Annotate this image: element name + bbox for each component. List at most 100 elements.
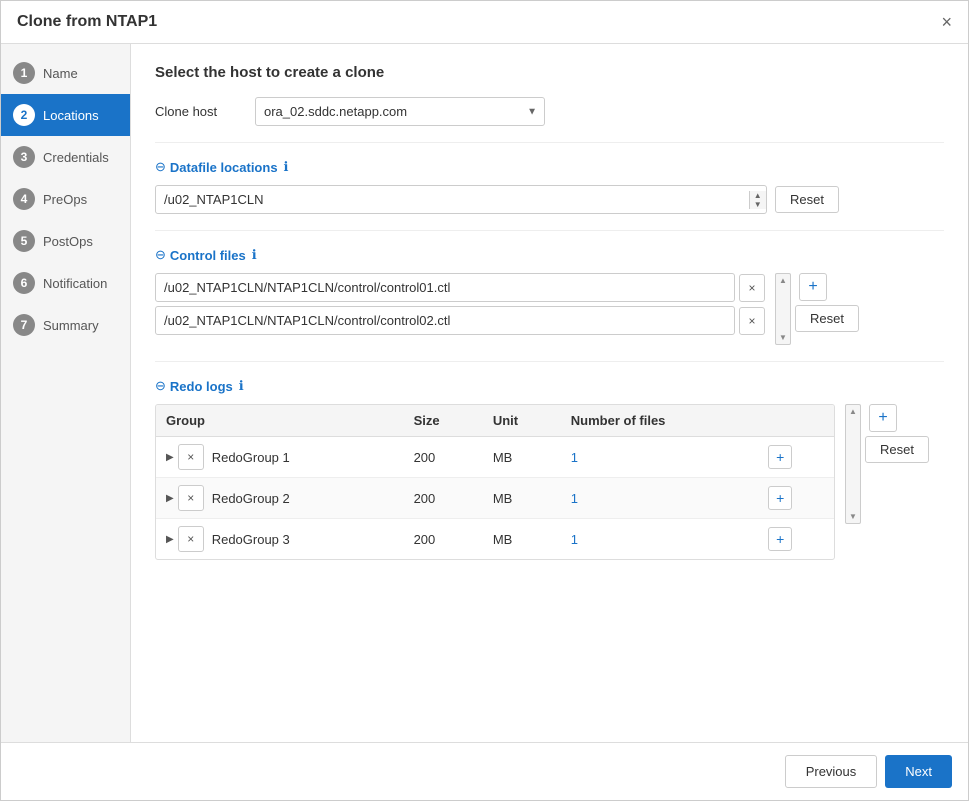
redo-scroll-up-icon: ▲ <box>849 407 857 416</box>
redo-table-wrapper: Group Size Unit Number of files <box>155 404 944 560</box>
redo-table: Group Size Unit Number of files <box>156 405 834 559</box>
datafile-reset-button[interactable]: Reset <box>775 186 839 213</box>
redo-info-icon[interactable]: ℹ <box>239 378 244 394</box>
redo-group-name-3: RedoGroup 3 <box>212 532 290 547</box>
control-files-list: × × <box>155 273 767 339</box>
redo-table-container: Group Size Unit Number of files <box>155 404 835 560</box>
redo-row-1: ▶ × RedoGroup 1 200 MB 1 + <box>156 437 834 478</box>
redo-unit-1: MB <box>483 437 561 478</box>
sidebar-item-summary[interactable]: 7 Summary <box>1 304 130 346</box>
redo-scroll-down-icon: ▼ <box>849 512 857 521</box>
datafile-scroll-down[interactable]: ▼ <box>750 200 767 209</box>
datafile-field-row: ▲ ▼ Reset <box>155 185 944 214</box>
datafile-section-title: Datafile locations <box>170 160 278 175</box>
redo-side-buttons: ▲ ▼ + Reset <box>841 404 929 524</box>
control-scroll-up-icon: ▲ <box>779 276 787 285</box>
redo-add-2[interactable]: + <box>768 486 792 510</box>
col-header-group: Group <box>156 405 404 437</box>
control-remove-2[interactable]: × <box>739 307 765 335</box>
redo-row-3: ▶ × RedoGroup 3 200 MB 1 + <box>156 519 834 560</box>
sidebar-label-summary: Summary <box>43 318 99 333</box>
redo-unit-3: MB <box>483 519 561 560</box>
datafile-scroll-up[interactable]: ▲ <box>750 191 767 200</box>
datafile-collapse-icon: ⊖ <box>155 159 166 175</box>
next-button[interactable]: Next <box>885 755 952 788</box>
redo-unit-2: MB <box>483 478 561 519</box>
modal-header: Clone from NTAP1 × <box>1 1 968 44</box>
sidebar-label-notification: Notification <box>43 276 107 291</box>
control-info-icon[interactable]: ℹ <box>252 247 257 263</box>
sidebar-label-postops: PostOps <box>43 234 93 249</box>
redo-add-1[interactable]: + <box>768 445 792 469</box>
sidebar-item-name[interactable]: 1 Name <box>1 52 130 94</box>
redo-row-2: ▶ × RedoGroup 2 200 MB 1 + <box>156 478 834 519</box>
redo-size-1: 200 <box>404 437 483 478</box>
sidebar-item-preops[interactable]: 4 PreOps <box>1 178 130 220</box>
control-collapse-icon: ⊖ <box>155 247 166 263</box>
redo-expand-2[interactable]: ▶ <box>166 493 174 504</box>
divider-1 <box>155 142 944 143</box>
sidebar-label-name: Name <box>43 66 78 81</box>
redo-group-3: ▶ × RedoGroup 3 <box>156 519 404 560</box>
redo-size-2: 200 <box>404 478 483 519</box>
redo-add-3[interactable]: + <box>768 527 792 551</box>
redo-action-1: + <box>758 437 834 478</box>
clone-host-select-wrapper: ora_02.sddc.netapp.com ▼ <box>255 97 545 126</box>
main-heading: Select the host to create a clone <box>155 64 944 81</box>
redo-group-1: ▶ × RedoGroup 1 <box>156 437 404 478</box>
previous-button[interactable]: Previous <box>785 755 878 788</box>
main-content: Select the host to create a clone Clone … <box>131 44 968 742</box>
redo-section-title: Redo logs <box>170 379 233 394</box>
control-input-2 <box>155 306 735 335</box>
modal-footer: Previous Next <box>1 742 968 800</box>
redo-size-3: 200 <box>404 519 483 560</box>
datafile-input[interactable] <box>156 186 749 213</box>
redo-remove-1[interactable]: × <box>178 444 204 470</box>
redo-add-group-button[interactable]: + <box>869 404 897 432</box>
step-num-1: 1 <box>13 62 35 84</box>
datafile-info-icon[interactable]: ℹ <box>284 159 289 175</box>
step-num-4: 4 <box>13 188 35 210</box>
redo-numfiles-link-2[interactable]: 1 <box>571 491 578 506</box>
control-section-title: Control files <box>170 248 246 263</box>
redo-numfiles-1: 1 <box>561 437 758 478</box>
control-file-row-1: × <box>155 273 767 302</box>
modal-title: Clone from NTAP1 <box>17 13 157 31</box>
sidebar-item-locations[interactable]: 2 Locations <box>1 94 130 136</box>
redo-expand-3[interactable]: ▶ <box>166 534 174 545</box>
modal-container: Clone from NTAP1 × 1 Name 2 Locations 3 … <box>0 0 969 801</box>
redo-group-name-2: RedoGroup 2 <box>212 491 290 506</box>
clone-host-row: Clone host ora_02.sddc.netapp.com ▼ <box>155 97 944 126</box>
redo-expand-1[interactable]: ▶ <box>166 452 174 463</box>
redo-collapse-icon: ⊖ <box>155 378 166 394</box>
redo-group-2: ▶ × RedoGroup 2 <box>156 478 404 519</box>
redo-reset-button[interactable]: Reset <box>865 436 929 463</box>
datafile-collapsible[interactable]: ⊖ Datafile locations ℹ <box>155 159 944 175</box>
control-collapsible[interactable]: ⊖ Control files ℹ <box>155 247 944 263</box>
sidebar-item-credentials[interactable]: 3 Credentials <box>1 136 130 178</box>
control-reset-button[interactable]: Reset <box>795 305 859 332</box>
clone-host-select[interactable]: ora_02.sddc.netapp.com <box>255 97 545 126</box>
step-num-3: 3 <box>13 146 35 168</box>
redo-collapsible[interactable]: ⊖ Redo logs ℹ <box>155 378 944 394</box>
redo-numfiles-link-1[interactable]: 1 <box>571 450 578 465</box>
step-num-6: 6 <box>13 272 35 294</box>
redo-numfiles-3: 1 <box>561 519 758 560</box>
control-remove-1[interactable]: × <box>739 274 765 302</box>
datafile-input-wrapper: ▲ ▼ <box>155 185 767 214</box>
sidebar-item-postops[interactable]: 5 PostOps <box>1 220 130 262</box>
control-file-input-1[interactable] <box>156 274 734 301</box>
control-add-button[interactable]: + <box>799 273 827 301</box>
control-file-input-2[interactable] <box>156 307 734 334</box>
sidebar-item-notification[interactable]: 6 Notification <box>1 262 130 304</box>
close-button[interactable]: × <box>941 13 952 31</box>
clone-host-label: Clone host <box>155 104 255 119</box>
sidebar: 1 Name 2 Locations 3 Credentials 4 PreOp… <box>1 44 131 742</box>
datafile-scroll-arrows: ▲ ▼ <box>749 191 767 209</box>
redo-remove-3[interactable]: × <box>178 526 204 552</box>
redo-numfiles-link-3[interactable]: 1 <box>571 532 578 547</box>
step-num-7: 7 <box>13 314 35 336</box>
redo-remove-2[interactable]: × <box>178 485 204 511</box>
divider-2 <box>155 230 944 231</box>
control-file-group: × × ▲ ▼ <box>155 273 944 345</box>
